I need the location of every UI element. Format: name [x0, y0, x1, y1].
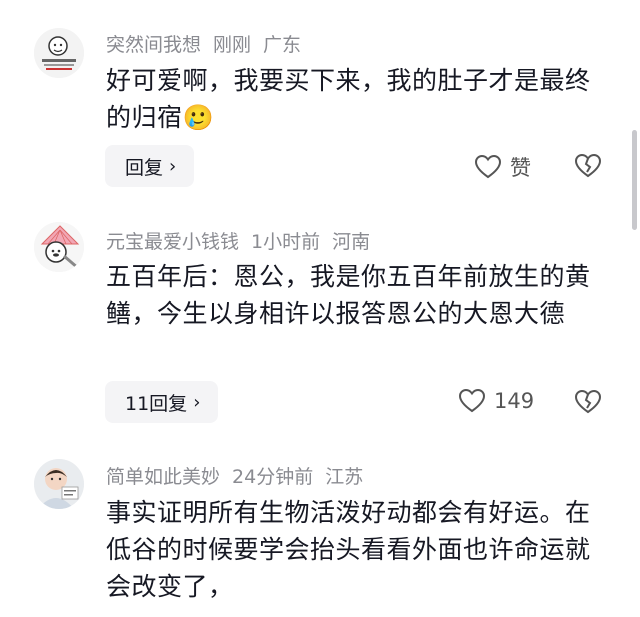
chevron-right-icon: › — [169, 155, 177, 177]
comment-location: 广东 — [263, 34, 302, 56]
dislike-button[interactable] — [574, 153, 602, 179]
child-photo-avatar-icon — [34, 459, 84, 509]
comment-meta: 简单如此美妙 24分钟前 江苏 — [106, 462, 375, 489]
username[interactable]: 元宝最爱小钱钱 — [106, 231, 239, 253]
chevron-right-icon: › — [193, 391, 201, 413]
broken-heart-icon — [574, 153, 602, 178]
comment-text: 五百年后：恩公，我是你五百年前放生的黄鳝，今生以身相许以报答恩公的大恩大德 — [106, 262, 591, 328]
comment-text: 好可爱啊，我要买下来，我的肚子才是最终的归宿🥲 — [106, 66, 591, 132]
reply-button[interactable]: 11回复 › — [105, 381, 219, 423]
heart-icon — [474, 154, 502, 179]
comment-text: 事实证明所有生物活泼好动都会有好运。在低谷的时候要学会抬头看看外面也许命运就会改… — [106, 498, 591, 601]
comment-time: 刚刚 — [213, 34, 252, 56]
comment-time: 1小时前 — [251, 231, 321, 253]
reply-label: 11回复 — [125, 392, 188, 415]
broken-heart-icon — [574, 389, 602, 414]
heart-icon — [458, 388, 486, 413]
like-label: 赞 — [510, 156, 531, 180]
username[interactable]: 简单如此美妙 — [106, 466, 220, 488]
reply-button[interactable]: 回复 › — [105, 145, 195, 187]
dislike-button[interactable] — [574, 389, 602, 415]
comment-meta: 元宝最爱小钱钱 1小时前 河南 — [106, 227, 382, 254]
comment-time: 24分钟前 — [232, 466, 314, 488]
sticker-avatar-icon — [34, 28, 84, 78]
comment-meta: 突然间我想 刚刚 广东 — [106, 30, 313, 57]
username[interactable]: 突然间我想 — [106, 34, 201, 56]
avatar[interactable] — [34, 459, 84, 509]
scrollbar[interactable] — [632, 130, 637, 230]
like-button[interactable]: 赞 — [474, 152, 531, 182]
like-count: 149 — [494, 389, 535, 413]
avatar[interactable] — [34, 222, 84, 272]
like-button[interactable]: 149 — [458, 388, 534, 414]
cartoon-fan-avatar-icon — [34, 222, 84, 272]
comment-location: 河南 — [332, 231, 371, 253]
avatar[interactable] — [34, 28, 84, 78]
comment-location: 江苏 — [325, 466, 364, 488]
reply-label: 回复 — [125, 156, 164, 179]
